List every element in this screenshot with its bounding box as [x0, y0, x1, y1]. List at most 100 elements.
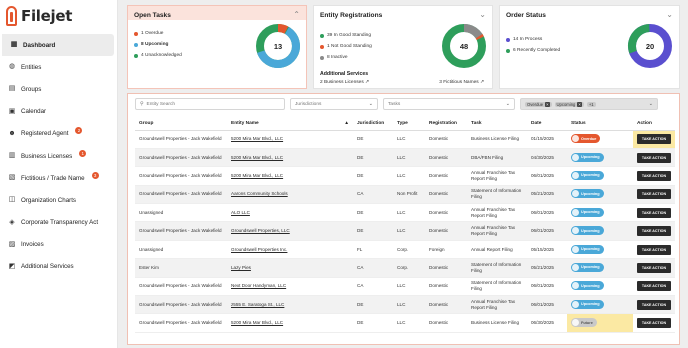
cell-date: 06/01/2025	[527, 277, 567, 297]
status-label: Upcoming	[581, 173, 600, 178]
sidebar-item-additional-services[interactable]: ◩ Additional Services	[0, 256, 118, 278]
take-action-button[interactable]: TAKE ACTION	[637, 189, 671, 200]
cell-date: 06/01/2025	[527, 203, 567, 223]
more-tags-badge[interactable]: +1	[586, 101, 596, 107]
sidebar-item-calendar[interactable]: ▣ Calendar	[0, 101, 118, 123]
table-row: Groundswell Properties - Jack Wakefield z…	[135, 295, 675, 315]
cell-entity-name[interactable]: Next Door Handyman, LLC	[227, 277, 353, 297]
upcoming-filter-tag[interactable]: Upcoming ×	[554, 101, 584, 107]
cell-entity-name[interactable]: 5200 Mira Mar Blvd., LLC	[227, 313, 353, 333]
jurisdictions-select[interactable]: Jurisdictions ⌄	[290, 98, 378, 110]
status-label: Upcoming	[581, 265, 600, 270]
cell-action: TAKE ACTION	[633, 277, 675, 297]
chevron-down-icon: ⌄	[505, 101, 510, 107]
column-header-entity-name[interactable]: Entity Name ▲	[227, 118, 353, 131]
column-header-group[interactable]: Group	[135, 118, 227, 131]
take-action-button[interactable]: TAKE ACTION	[637, 207, 671, 218]
cell-entity-name[interactable]: Lazy Pies	[227, 258, 353, 278]
status-label: Upcoming	[581, 228, 600, 233]
cell-jurisdiction: DE	[353, 313, 393, 333]
chevron-up-icon[interactable]: ⌃	[293, 10, 300, 19]
take-action-button[interactable]: TAKE ACTION	[637, 244, 671, 255]
tasks-select[interactable]: Tasks ⌄	[383, 98, 515, 110]
cell-entity-name[interactable]: Groundswell Properties, LLC	[227, 221, 353, 241]
sidebar-item-corporate-transparency-act[interactable]: ◈ Corporate Transparency Act	[0, 212, 118, 234]
status-filter-select[interactable]: Overdue × Upcoming × +1 ⌄	[520, 98, 658, 110]
entity-registrations-card[interactable]: Entity Registrations ⌄ 39 In Good Standi…	[313, 5, 493, 89]
cell-task: DBA/FBN Filing	[467, 148, 527, 168]
sidebar-item-fictitious-trade-name[interactable]: ▧ Fictitious / Trade Name 3	[0, 167, 118, 189]
status-label: Upcoming	[581, 155, 600, 160]
logo[interactable]: Filejet	[6, 6, 72, 26]
cell-action: TAKE ACTION	[633, 313, 675, 333]
cell-date: 05/15/2025	[527, 240, 567, 260]
sidebar-item-entities[interactable]: ◍ Entities	[0, 56, 118, 78]
legend-label: 14 In Process	[513, 37, 543, 42]
filter-bar: ⚲ Entity Search Jurisdictions ⌄ Tasks ⌄ …	[135, 98, 658, 110]
remove-tag-icon[interactable]: ×	[577, 101, 582, 107]
overdue-filter-tag[interactable]: Overdue ×	[525, 101, 552, 107]
cell-type: LLC	[393, 313, 425, 333]
sidebar-item-registered-agent[interactable]: ☻ Registered Agent 2	[0, 123, 118, 145]
chevron-down-icon[interactable]: ⌄	[479, 10, 486, 19]
column-header-type[interactable]: Type	[393, 118, 425, 131]
entity-search-input[interactable]: ⚲ Entity Search	[135, 98, 285, 110]
cell-jurisdiction: CA	[353, 258, 393, 278]
business-licenses-link[interactable]: 2 Business Licenses ↗	[320, 80, 369, 85]
cell-entity-name[interactable]: 5200 Mira Mar Blvd., LLC	[227, 130, 353, 149]
notification-badge: 2	[75, 127, 83, 135]
cell-task: Statement of Information Filing	[467, 258, 527, 278]
sidebar-item-organization-charts[interactable]: ◫ Organization Charts	[0, 189, 118, 211]
fictitious-names-link[interactable]: 3 Fictitious Names ↗	[439, 80, 484, 85]
cell-group: Groundswell Properties - Jack Wakefield	[135, 130, 227, 149]
sidebar-item-dashboard[interactable]: ▦ Dashboard	[2, 34, 114, 57]
chevron-down-icon[interactable]: ⌄	[666, 10, 673, 19]
sidebar-item-invoices[interactable]: ▨ Invoices	[0, 234, 118, 256]
sidebar-item-groups[interactable]: ▤ Groups	[0, 78, 118, 100]
sidebar-item-business-licenses[interactable]: ▥ Business Licenses 1	[0, 145, 118, 167]
person-icon: ☻	[8, 129, 16, 137]
cell-jurisdiction: DE	[353, 148, 393, 168]
cell-entity-name[interactable]: 5200 Mira Mar Blvd., LLC	[227, 166, 353, 186]
cell-entity-name[interactable]: Groundswell Properties Inc.	[227, 240, 353, 260]
status-badge: Upcoming	[571, 262, 604, 272]
order-status-donut-chart: 20	[627, 24, 672, 68]
table-row: Groundswell Properties - Jack Wakefield 5…	[135, 130, 675, 149]
column-header-date[interactable]: Date	[527, 118, 567, 131]
status-label: Upcoming	[581, 247, 600, 252]
take-action-button[interactable]: TAKE ACTION	[637, 170, 671, 181]
cell-entity-name[interactable]: 5200 Mira Mar Blvd., LLC	[227, 148, 353, 168]
column-header-registration[interactable]: Registration	[425, 118, 467, 131]
cell-registration: Domestic	[425, 203, 467, 223]
take-action-button[interactable]: TAKE ACTION	[637, 281, 671, 292]
cell-entity-name[interactable]: Aarons Community Schools	[227, 185, 353, 205]
additional-services-title: Additional Services	[320, 71, 369, 77]
column-header-task[interactable]: Task	[467, 118, 527, 131]
cell-action: TAKE ACTION	[633, 130, 675, 149]
cell-group: Ester Kim	[135, 258, 227, 278]
column-header-action: Action	[633, 118, 675, 131]
legend-label: 6 Recently Completed	[513, 48, 561, 53]
take-action-button[interactable]: TAKE ACTION	[637, 262, 671, 273]
cell-entity-name[interactable]: z555 E. Saratoga St., LLC	[227, 295, 353, 315]
sidebar-item-label: Business Licenses	[21, 152, 73, 160]
status-badge: Upcoming	[571, 244, 604, 254]
order-status-card[interactable]: Order Status ⌄ 14 In Process 6 Recently …	[499, 5, 680, 89]
cell-jurisdiction: DE	[353, 203, 393, 223]
sort-arrow-icon[interactable]: ▲	[344, 121, 349, 126]
cell-action: TAKE ACTION	[633, 258, 675, 278]
column-header-status[interactable]: Status	[567, 118, 633, 131]
take-action-button[interactable]: TAKE ACTION	[637, 299, 671, 310]
take-action-button[interactable]: TAKE ACTION	[637, 134, 671, 145]
open-tasks-card[interactable]: Open Tasks ⌃ 1 Overdue 8 Upcoming 4 Unac…	[127, 5, 307, 89]
chevron-down-icon: ⌄	[648, 101, 653, 107]
take-action-button[interactable]: TAKE ACTION	[637, 318, 671, 329]
take-action-button[interactable]: TAKE ACTION	[637, 226, 671, 237]
remove-tag-icon[interactable]: ×	[545, 101, 550, 107]
filejet-logo-icon	[6, 6, 17, 26]
cell-type: LLC	[393, 221, 425, 241]
cell-entity-name[interactable]: ALO LLC	[227, 203, 353, 223]
take-action-button[interactable]: TAKE ACTION	[637, 152, 671, 163]
column-header-jurisdiction[interactable]: Jurisdiction	[353, 118, 393, 131]
sidebar-item-label: Fictitious / Trade Name	[21, 174, 85, 182]
